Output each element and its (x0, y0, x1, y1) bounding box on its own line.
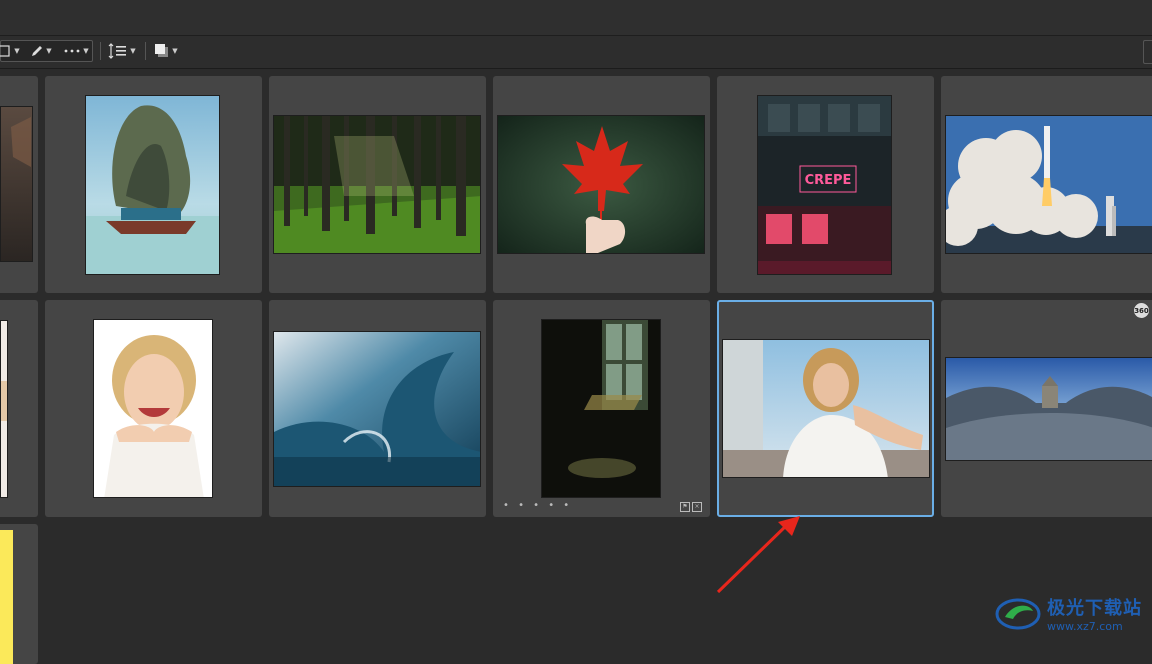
sort-order-icon[interactable]: ▼ (106, 40, 138, 62)
view-mode-icon[interactable]: ▼ (0, 40, 20, 62)
watermark-title: 极光下载站 (1047, 598, 1142, 619)
watermark-url: www.xz7.com (1047, 620, 1123, 633)
watermark: 极光下载站 www.xz7.com (995, 594, 1142, 633)
watermark-logo-icon (995, 598, 1041, 629)
toolbar-divider (100, 42, 101, 60)
title-bar (0, 0, 1152, 36)
toolbar: ▼ ▼ ▼ ▼ ▼ (0, 36, 1152, 69)
thumbnail-grid: CREPE • • • • • ⚑ × 360 (0, 70, 1152, 664)
more-options-icon[interactable]: ▼ (60, 40, 92, 62)
right-toolbar-control[interactable] (1143, 40, 1152, 64)
stack-icon[interactable]: ▼ (152, 40, 180, 62)
annotation-arrow (716, 516, 800, 594)
edit-pen-icon[interactable]: ▼ (26, 40, 56, 62)
toolbar-divider (145, 42, 146, 60)
